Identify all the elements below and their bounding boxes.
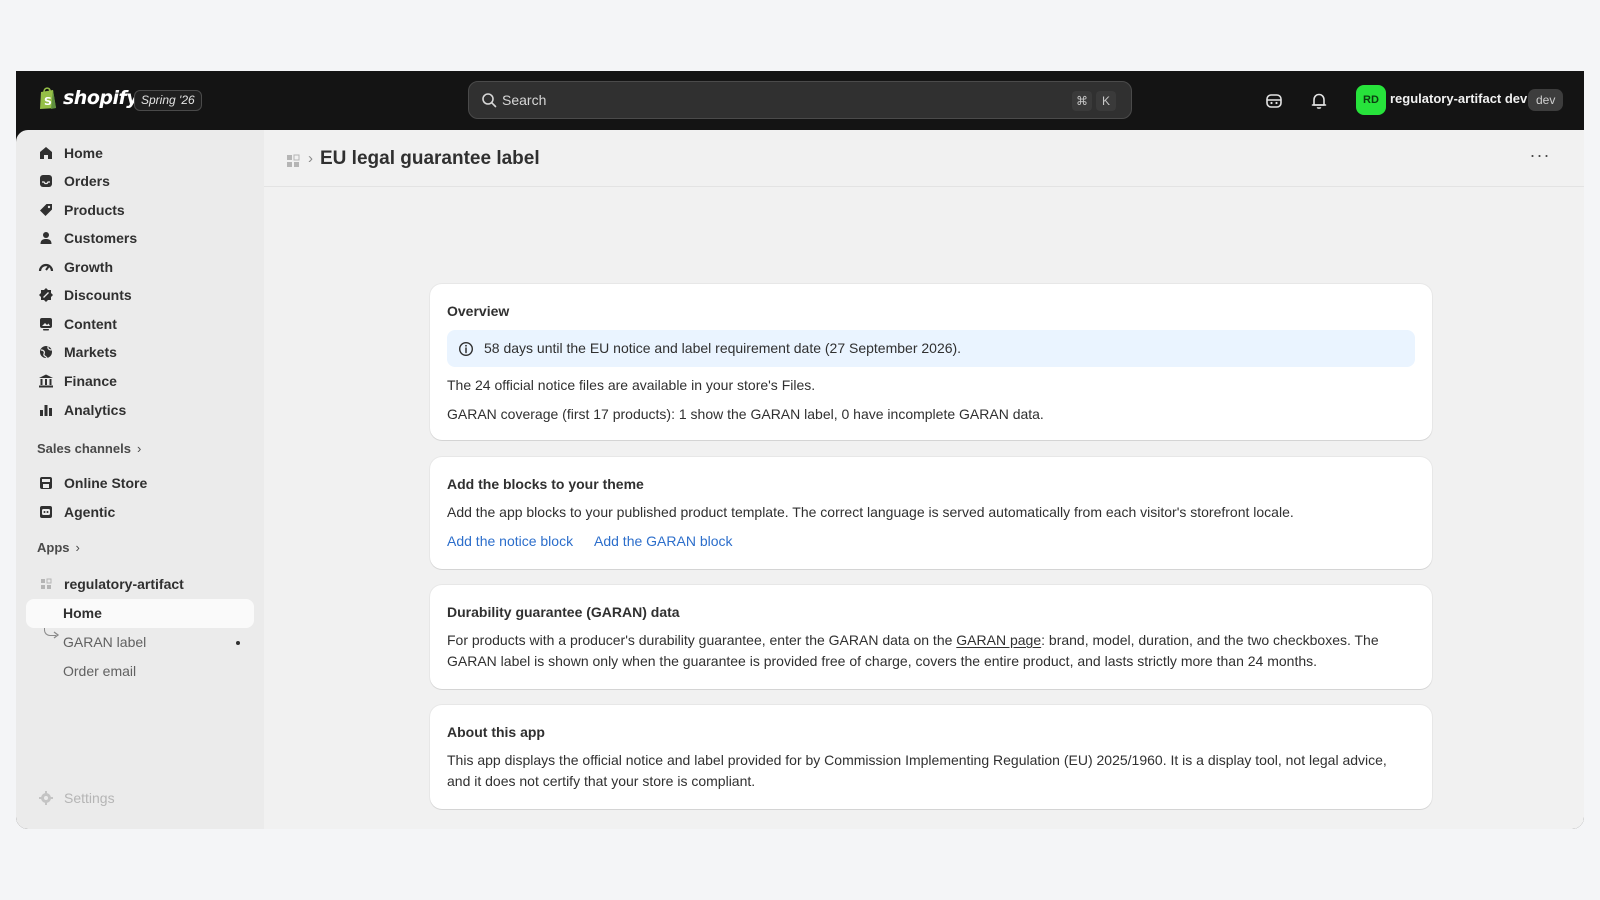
shopify-bag-icon: S <box>40 87 56 109</box>
garan-page-link[interactable]: GARAN page <box>956 632 1041 648</box>
person-icon <box>40 232 52 244</box>
sidebar-item-app-regulatory-artifact[interactable]: regulatory-artifact <box>28 570 252 598</box>
sidebar-item-agentic[interactable]: Agentic <box>28 498 252 526</box>
sidebar-item-orders[interactable]: Orders <box>28 167 252 195</box>
shortcut-cmd-key: ⌘ <box>1072 91 1092 111</box>
gear-icon <box>39 791 53 805</box>
bank-icon <box>39 374 53 388</box>
about-card: About this app This app displays the off… <box>430 705 1432 809</box>
page-title: EU legal guarantee label <box>320 148 540 169</box>
robot-icon <box>40 506 52 518</box>
search-placeholder: Search <box>502 92 547 108</box>
sidebar-item-label: Growth <box>64 259 113 275</box>
sidebar-item-label: Agentic <box>64 504 116 520</box>
shortcut-k-key: K <box>1096 91 1116 111</box>
discount-icon <box>39 288 53 302</box>
card-title: Overview <box>447 303 510 319</box>
more-actions-button[interactable]: ··· <box>1526 146 1554 172</box>
chevron-right-icon: › <box>136 441 142 456</box>
main-content: › EU legal guarantee label ··· Overview … <box>264 130 1584 829</box>
store-name[interactable]: regulatory-artifact dev <box>1390 91 1527 106</box>
sidebar-item-label: regulatory-artifact <box>64 576 184 592</box>
bell-icon[interactable] <box>1309 91 1329 111</box>
card-description: For products with a producer's durabilit… <box>447 630 1407 672</box>
app-subitem-label: GARAN label <box>63 634 147 650</box>
dev-store-badge: dev <box>1528 89 1564 111</box>
app-subitem-order-email[interactable]: Order email <box>26 657 254 686</box>
add-notice-block-link[interactable]: Add the notice block <box>447 533 573 549</box>
avatar[interactable]: RD <box>1356 85 1386 115</box>
card-description: This app displays the official notice an… <box>447 752 1387 789</box>
chevron-right-icon: › <box>75 540 80 555</box>
apps-label: Apps <box>37 540 70 555</box>
sidebar-item-label: Discounts <box>64 287 132 303</box>
home-icon <box>40 147 52 159</box>
sidebar-item-label: Analytics <box>64 402 127 418</box>
page-header: › EU legal guarantee label ··· <box>264 130 1584 187</box>
sidebar-item-online-store[interactable]: Online Store <box>28 469 252 497</box>
sidebar-item-discounts[interactable]: Discounts <box>28 281 252 309</box>
sidebar-item-products[interactable]: Products <box>28 196 252 224</box>
card-title: Add the blocks to your theme <box>447 476 644 492</box>
card-description: Add the app blocks to your published pro… <box>447 504 1294 520</box>
sidebar-item-home[interactable]: Home <box>28 139 252 167</box>
tag-icon <box>40 204 52 216</box>
sidebar-item-label: Customers <box>64 230 138 246</box>
top-bar: S shopify Spring '26 Search ⌘ K RD regul… <box>16 71 1584 130</box>
info-icon <box>458 341 474 357</box>
banner-text: 58 days until the EU notice and label re… <box>484 340 962 356</box>
sidebar-item-markets[interactable]: Markets <box>28 338 252 366</box>
sidebar-item-label: Products <box>64 202 125 218</box>
garan-text-before: For products with a producer's durabilit… <box>447 632 957 648</box>
sidebar: Home Orders Products Customers Growth Di… <box>16 130 264 829</box>
sales-channels-heading[interactable]: Sales channels › <box>37 441 141 456</box>
brand-wordmark: shopify <box>63 87 139 109</box>
sidebar-item-analytics[interactable]: Analytics <box>28 396 252 424</box>
admin-window: S shopify Spring '26 Search ⌘ K RD regul… <box>16 71 1584 829</box>
bar-chart-icon <box>40 405 52 416</box>
sidebar-item-label: Home <box>64 145 103 161</box>
sidebar-item-label: Online Store <box>64 475 148 491</box>
garan-coverage-text: GARAN coverage (first 17 products): 1 sh… <box>447 406 1044 422</box>
sidebar-item-finance[interactable]: Finance <box>28 367 252 395</box>
sidebar-item-label: Settings <box>64 790 115 806</box>
app-subitem-garan-label[interactable]: GARAN label <box>26 628 254 657</box>
garan-data-card: Durability guarantee (GARAN) data For pr… <box>430 585 1432 689</box>
theme-blocks-card: Add the blocks to your theme Add the app… <box>430 457 1432 569</box>
sidebar-item-growth[interactable]: Growth <box>28 253 252 281</box>
search-bar[interactable]: Search ⌘ K <box>468 81 1132 119</box>
app-subitem-label: Home <box>63 605 102 621</box>
sidebar-item-customers[interactable]: Customers <box>28 224 252 252</box>
app-subitem-label: Order email <box>63 663 137 679</box>
sidebar-item-label: Content <box>64 316 117 332</box>
sales-channels-label: Sales channels <box>37 441 131 456</box>
sidebar-item-label: Finance <box>64 373 117 389</box>
search-icon <box>482 93 497 108</box>
overview-card: Overview 58 days until the EU notice and… <box>430 284 1432 440</box>
add-garan-block-link[interactable]: Add the GARAN block <box>594 533 733 549</box>
info-banner: 58 days until the EU notice and label re… <box>447 330 1415 367</box>
card-title: Durability guarantee (GARAN) data <box>447 604 680 620</box>
card-title: About this app <box>447 724 545 740</box>
breadcrumb-separator: › <box>308 150 313 167</box>
sidebar-item-label: Markets <box>64 344 117 360</box>
notice-files-text: The 24 official notice files are availab… <box>447 377 816 393</box>
sidekick-icon[interactable] <box>1264 91 1284 111</box>
globe-icon <box>40 346 52 359</box>
app-breadcrumb-icon[interactable] <box>282 150 304 172</box>
svg-text:S: S <box>44 95 52 108</box>
sidebar-item-settings[interactable]: Settings <box>28 784 252 812</box>
app-subitem-home[interactable]: Home <box>26 599 254 628</box>
gauge-icon <box>38 263 54 272</box>
apps-heading[interactable]: Apps › <box>37 540 80 555</box>
shopify-logo[interactable]: S shopify <box>38 86 139 110</box>
edition-badge[interactable]: Spring '26 <box>134 90 202 111</box>
sidebar-item-label: Orders <box>64 173 110 189</box>
image-icon <box>40 318 52 331</box>
app-icon <box>41 578 52 589</box>
sidebar-item-content[interactable]: Content <box>28 310 252 338</box>
store-icon <box>40 477 52 489</box>
inbox-icon <box>40 175 52 187</box>
